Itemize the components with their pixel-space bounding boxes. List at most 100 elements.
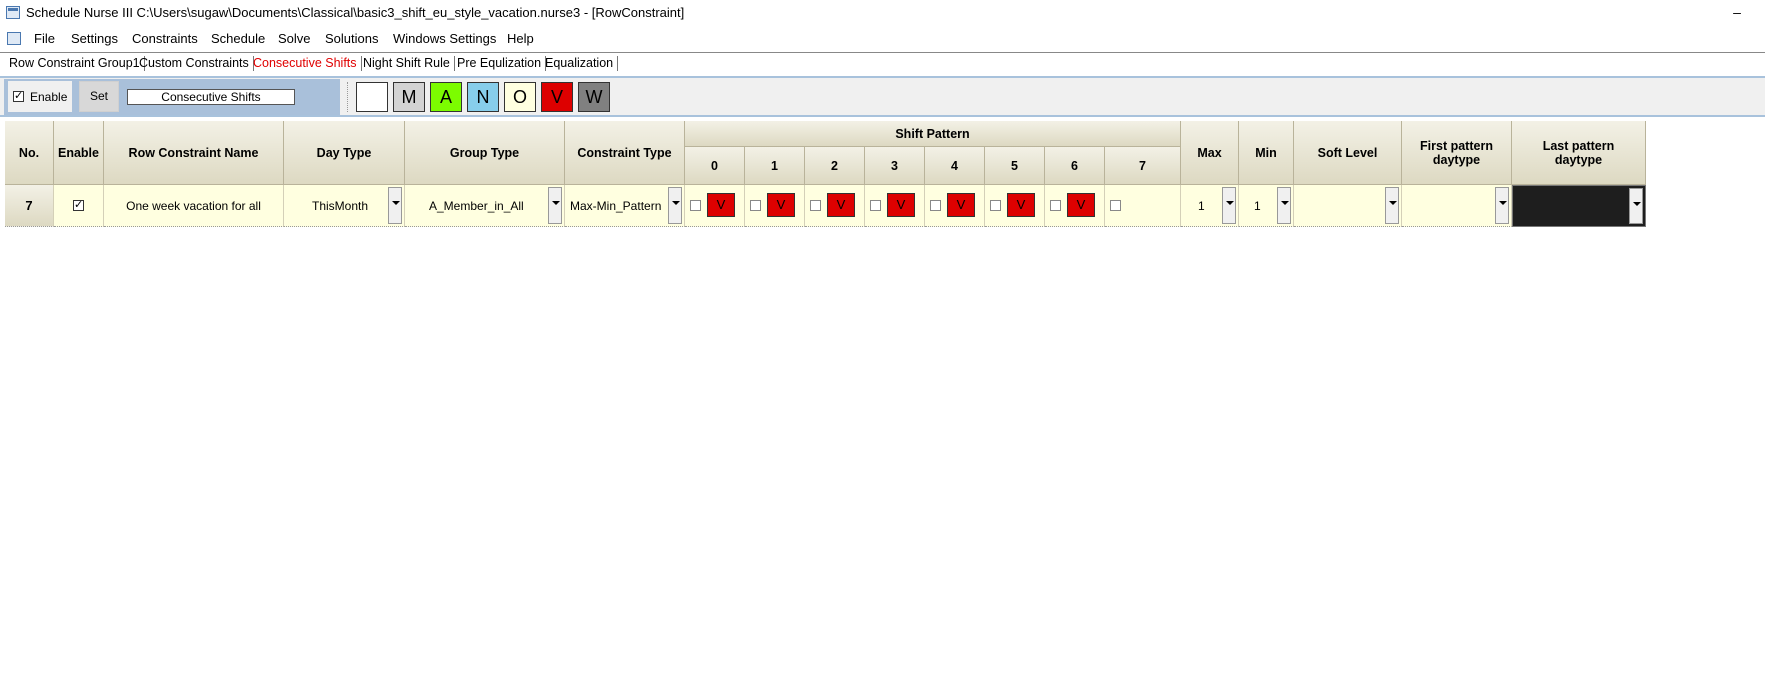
window-title: Schedule Nurse III C:\Users\sugaw\Docume…	[26, 5, 685, 20]
pattern-checkbox[interactable]	[690, 200, 701, 211]
chevron-down-icon[interactable]	[668, 187, 682, 224]
pattern-cell-3[interactable]: V	[865, 185, 925, 227]
first-pattern-daytype-select[interactable]	[1402, 185, 1512, 227]
pattern-shift-button[interactable]: V	[887, 193, 915, 217]
pattern-cell-5[interactable]: V	[985, 185, 1045, 227]
header-pattern-1: 1	[745, 147, 805, 185]
tab-strip: Row Constraint Group1 Custom Constraints…	[0, 53, 1765, 75]
min-select[interactable]: 1	[1239, 185, 1294, 227]
header-enable: Enable	[54, 121, 104, 185]
pattern-checkbox[interactable]	[870, 200, 881, 211]
header-min: Min	[1239, 121, 1294, 185]
menu-bar: File Settings Constraints Schedule Solve…	[0, 27, 1765, 49]
header-day-type: Day Type	[284, 121, 405, 185]
tab-consecutive-shifts[interactable]: Consecutive Shifts	[253, 56, 362, 71]
pattern-checkbox[interactable]	[810, 200, 821, 211]
header-pattern-0: 0	[685, 147, 745, 185]
minimize-button[interactable]: –	[1722, 2, 1752, 24]
header-shift-pattern: Shift Pattern	[685, 121, 1181, 147]
constraint-type-select[interactable]: Max-Min_Pattern	[565, 185, 685, 227]
row-enable-cell[interactable]	[54, 185, 104, 227]
chevron-down-icon[interactable]	[1222, 187, 1236, 224]
pattern-cell-1[interactable]: V	[745, 185, 805, 227]
header-pattern-4: 4	[925, 147, 985, 185]
menu-solutions[interactable]: Solutions	[325, 31, 378, 46]
pattern-shift-button[interactable]: V	[767, 193, 795, 217]
pattern-shift-button[interactable]: V	[827, 193, 855, 217]
document-icon[interactable]	[7, 32, 21, 45]
header-no: No.	[5, 121, 54, 185]
chevron-down-icon[interactable]	[1277, 187, 1291, 224]
set-button[interactable]: Set	[79, 81, 119, 112]
header-pattern-7: 7	[1105, 147, 1181, 185]
pattern-cell-4[interactable]: V	[925, 185, 985, 227]
header-first-pattern-daytype: First pattern daytype	[1402, 121, 1512, 185]
header-pattern-2: 2	[805, 147, 865, 185]
menu-help[interactable]: Help	[507, 31, 534, 46]
menu-schedule[interactable]: Schedule	[211, 31, 265, 46]
app-icon	[6, 6, 20, 19]
shift-button-blank[interactable]	[356, 82, 388, 112]
constraint-name-input[interactable]: Consecutive Shifts	[127, 89, 295, 105]
shift-button-w[interactable]: W	[578, 82, 610, 112]
group-type-select[interactable]: A_Member_in_All	[405, 185, 565, 227]
row-enable-checkbox[interactable]	[73, 198, 84, 211]
title-bar: Schedule Nurse III C:\Users\sugaw\Docume…	[0, 0, 1765, 26]
menu-constraints[interactable]: Constraints	[132, 31, 198, 46]
chevron-down-icon[interactable]	[388, 187, 402, 224]
last-pattern-daytype-select[interactable]	[1512, 185, 1646, 227]
chevron-down-icon[interactable]	[548, 187, 562, 224]
header-soft-level: Soft Level	[1294, 121, 1402, 185]
shift-button-n[interactable]: N	[467, 82, 499, 112]
chevron-down-icon[interactable]	[1629, 188, 1643, 224]
tab-night-shift-rule[interactable]: Night Shift Rule	[363, 56, 455, 71]
row-number: 7	[5, 185, 54, 227]
max-select[interactable]: 1	[1181, 185, 1239, 227]
chevron-down-icon[interactable]	[1385, 187, 1399, 224]
pattern-shift-button[interactable]: V	[1067, 193, 1095, 217]
pattern-cell-7[interactable]	[1105, 185, 1181, 227]
enable-label: Enable	[30, 90, 68, 104]
pattern-checkbox[interactable]	[1050, 200, 1061, 211]
row-constraint-name[interactable]: One week vacation for all	[104, 185, 284, 227]
pattern-shift-button[interactable]: V	[707, 193, 735, 217]
group-type-value: A_Member_in_All	[429, 198, 524, 213]
pattern-cell-6[interactable]: V	[1045, 185, 1105, 227]
tab-pre-equlization[interactable]: Pre Equlization	[457, 56, 547, 71]
header-group-type: Group Type	[405, 121, 565, 185]
toolbar-panel: Enable Set Consecutive Shifts	[4, 79, 340, 115]
pattern-checkbox[interactable]	[750, 200, 761, 211]
pattern-checkbox[interactable]	[990, 200, 1001, 211]
header-pattern-3: 3	[865, 147, 925, 185]
shift-button-o[interactable]: O	[504, 82, 536, 112]
tab-custom-constraints[interactable]: Custom Constraints	[139, 56, 254, 71]
menu-solve[interactable]: Solve	[278, 31, 311, 46]
header-last-pattern-daytype: Last pattern daytype	[1512, 121, 1646, 185]
enable-checkbox[interactable]	[13, 89, 24, 102]
day-type-select[interactable]: ThisMonth	[284, 185, 405, 227]
menu-file[interactable]: File	[34, 31, 55, 46]
pattern-checkbox[interactable]	[1110, 200, 1121, 211]
enable-checkbox-group[interactable]: Enable	[8, 81, 72, 112]
header-pattern-6: 6	[1045, 147, 1105, 185]
day-type-value: ThisMonth	[312, 198, 369, 213]
pattern-shift-button[interactable]: V	[947, 193, 975, 217]
chevron-down-icon[interactable]	[1495, 187, 1509, 224]
shift-button-a[interactable]: A	[430, 82, 462, 112]
soft-level-select[interactable]	[1294, 185, 1402, 227]
menu-settings[interactable]: Settings	[71, 31, 118, 46]
menu-windows-settings[interactable]: Windows Settings	[393, 31, 496, 46]
shift-button-m[interactable]: M	[393, 82, 425, 112]
header-row-constraint-name: Row Constraint Name	[104, 121, 284, 185]
header-constraint-type: Constraint Type	[565, 121, 685, 185]
tab-row-constraint-group1[interactable]: Row Constraint Group1	[9, 56, 145, 71]
pattern-cell-0[interactable]: V	[685, 185, 745, 227]
tab-equalization[interactable]: Equalization	[545, 56, 619, 71]
toolbar-separator	[347, 82, 349, 112]
pattern-cell-2[interactable]: V	[805, 185, 865, 227]
header-pattern-5: 5	[985, 147, 1045, 185]
shift-button-v[interactable]: V	[541, 82, 573, 112]
pattern-shift-button[interactable]: V	[1007, 193, 1035, 217]
toolbar: Enable Set Consecutive Shifts	[0, 76, 1765, 117]
pattern-checkbox[interactable]	[930, 200, 941, 211]
